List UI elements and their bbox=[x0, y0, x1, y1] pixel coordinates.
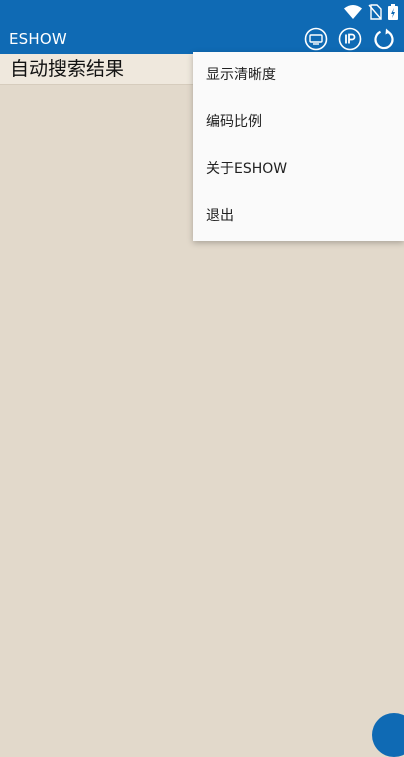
refresh-icon[interactable] bbox=[372, 27, 396, 51]
app-bar: ESHOW bbox=[0, 24, 404, 54]
overflow-menu: 显示清晰度 编码比例 关于ESHOW 退出 bbox=[193, 52, 404, 241]
menu-item-exit[interactable]: 退出 bbox=[193, 193, 404, 240]
no-sim-icon bbox=[368, 4, 382, 20]
wifi-icon bbox=[344, 5, 362, 19]
app-title: ESHOW bbox=[9, 30, 67, 48]
battery-charging-icon bbox=[388, 4, 398, 20]
menu-item-display-clarity[interactable]: 显示清晰度 bbox=[193, 52, 404, 99]
menu-item-about[interactable]: 关于ESHOW bbox=[193, 146, 404, 193]
screen-icon[interactable] bbox=[304, 27, 328, 51]
status-icons bbox=[344, 3, 398, 21]
ip-icon[interactable] bbox=[338, 27, 362, 51]
menu-item-encoding-ratio[interactable]: 编码比例 bbox=[193, 99, 404, 146]
status-bar bbox=[0, 0, 404, 24]
result-title: 自动搜索结果 bbox=[10, 58, 125, 80]
